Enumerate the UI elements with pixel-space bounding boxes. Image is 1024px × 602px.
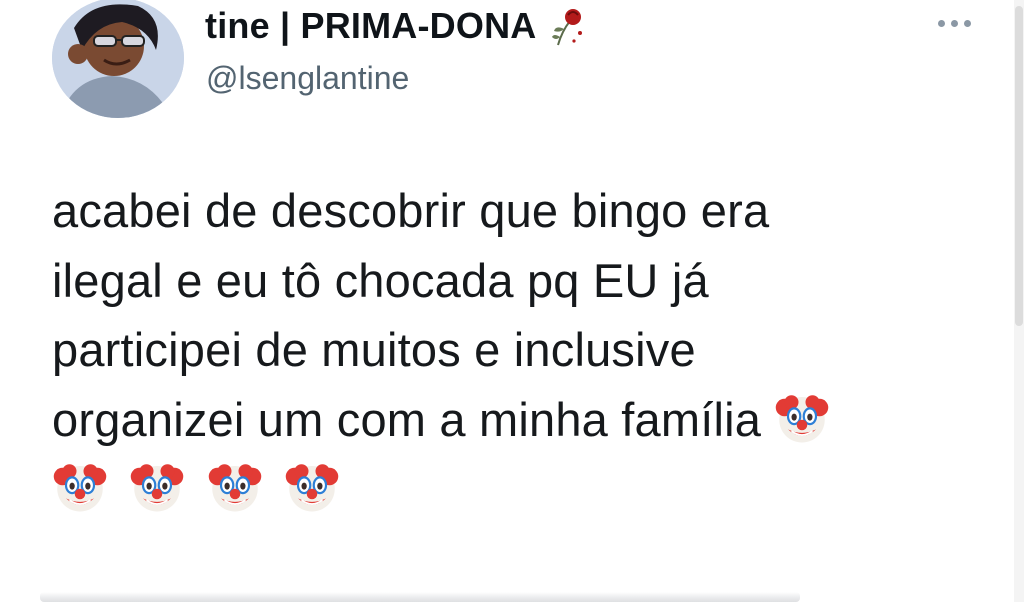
author-display-name-row[interactable]: tine | PRIMA-DONA [205,3,590,49]
tweet-card: tine | PRIMA-DONA @lsenglantine acabei d… [0,0,1024,602]
author-handle[interactable]: @lsenglantine [206,58,409,98]
clown-face-emoji [129,459,185,515]
avatar-image [52,0,184,118]
clown-face-emoji [774,390,830,446]
clown-face-emoji [284,459,340,515]
clown-face-emoji [207,459,263,515]
more-dot [937,19,945,27]
more-dot [963,19,971,27]
scrollbar-thumb[interactable] [1015,6,1023,326]
tweet-text-line: organizei um com a minha família [52,392,762,446]
scrollbar[interactable] [1014,0,1024,602]
author-display-name[interactable]: tine | PRIMA-DONA [205,4,536,48]
emoji-row [52,454,982,524]
clown-face-emoji [52,459,108,515]
next-content-edge [40,592,800,602]
tweet-text-line: acabei de descobrir que bingo era [52,184,770,237]
tweet-text-line: ilegal e eu tô chocada pq EU já [52,253,709,307]
tweet-text: acabei de descobrir que bingo era ilegal… [52,176,982,524]
tweet-text-line: participei de muitos e inclusive [52,323,696,376]
more-dot [950,19,958,27]
tweet-text-line-with-emoji: organizei um com a minha família [52,385,982,455]
more-options-icon[interactable] [925,8,983,38]
rose-icon [552,9,583,46]
avatar[interactable] [52,0,184,118]
